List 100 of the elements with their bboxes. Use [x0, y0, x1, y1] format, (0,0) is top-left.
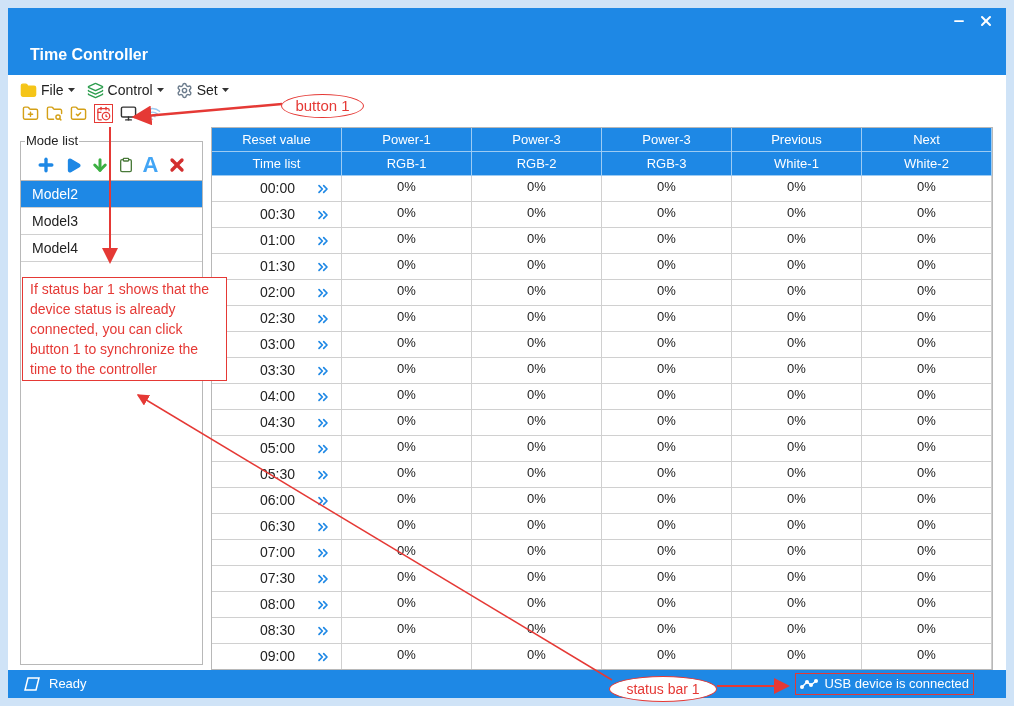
folder-check-icon[interactable]	[70, 104, 87, 122]
table-cell-text: 0%	[527, 385, 546, 404]
table-cell-text: 0%	[397, 619, 416, 638]
time-cell-text: 00:00	[260, 179, 296, 198]
table-cell-text: 0%	[657, 281, 676, 300]
table-cell-text: 0%	[527, 229, 546, 248]
table-cell-text: 0%	[527, 463, 546, 482]
table-cell-text: 0%	[527, 411, 546, 430]
time-cell-text: 07:00	[260, 543, 296, 562]
time-cell-text: 07:30	[260, 569, 296, 588]
time-cell-text: 09:00	[260, 647, 296, 666]
table-cell-text: 0%	[917, 203, 936, 222]
column-header: White-2	[862, 152, 992, 176]
column-header: RGB-1	[342, 152, 472, 176]
window-title: Time Controller	[30, 44, 148, 65]
table-cell-text: 0%	[527, 619, 546, 638]
table-cell-text: 0%	[657, 619, 676, 638]
table-cell-text: 0%	[397, 411, 416, 430]
mode-list-item[interactable]: Model2	[21, 181, 202, 208]
table-cell-text: 0%	[397, 177, 416, 196]
table-cell-text: 0%	[657, 645, 676, 664]
table-cell-text: 0%	[527, 593, 546, 612]
table-cell-text: 0%	[657, 411, 676, 430]
table-cell-text: 0%	[657, 203, 676, 222]
close-button[interactable]	[978, 13, 994, 29]
mode-list-item[interactable]: Model4	[21, 235, 202, 262]
table-cell-text: 0%	[527, 645, 546, 664]
column-header: White-1	[732, 152, 862, 176]
table-cell-text: 0%	[917, 229, 936, 248]
table-cell-text: 0%	[657, 489, 676, 508]
table-cell-text: 0%	[787, 229, 806, 248]
table-cell-text: 0%	[397, 359, 416, 378]
table-cell-text: 0%	[917, 333, 936, 352]
table-cell-text: 0%	[787, 463, 806, 482]
column-header: RGB-3	[602, 152, 732, 176]
table-cell-text: 0%	[657, 333, 676, 352]
table-cell-text: 0%	[787, 437, 806, 456]
table-cell-text: 0%	[397, 541, 416, 560]
time-cell-text: 02:00	[260, 283, 296, 302]
table-cell-text: 0%	[397, 203, 416, 222]
table-cell-text: 0%	[657, 541, 676, 560]
table-cell-text: 0%	[527, 307, 546, 326]
table-cell-text: 0%	[657, 385, 676, 404]
table-cell-text: 0%	[657, 567, 676, 586]
time-cell-text: 08:00	[260, 595, 296, 614]
table-cell-text: 0%	[527, 255, 546, 274]
table-cell-text: 0%	[657, 463, 676, 482]
table-cell-text: 0%	[657, 177, 676, 196]
table-cell-text: 0%	[787, 385, 806, 404]
gear-icon	[175, 81, 193, 99]
table-cell-text: 0%	[397, 593, 416, 612]
table-cell-text: 0%	[917, 645, 936, 664]
mode-list-item[interactable]: Model3	[21, 208, 202, 235]
menu-item[interactable]: Control	[86, 79, 164, 101]
table-cell-text: 0%	[787, 411, 806, 430]
time-cell-text: 03:30	[260, 361, 296, 380]
caret-icon	[221, 88, 229, 92]
table-cell-text: 0%	[917, 463, 936, 482]
close-icon	[978, 13, 994, 29]
table-cell-text: 0%	[527, 359, 546, 378]
table-cell-text: 0%	[787, 307, 806, 326]
table-cell-text: 0%	[917, 255, 936, 274]
table-cell-text: 0%	[657, 307, 676, 326]
table-cell-text: 0%	[917, 515, 936, 534]
column-header: RGB-2	[472, 152, 602, 176]
monitor-icon[interactable]	[120, 104, 137, 122]
table-cell-text: 0%	[787, 255, 806, 274]
table-cell-text: 0%	[917, 437, 936, 456]
menu-item[interactable]: File	[20, 79, 75, 101]
time-cell-text: 04:30	[260, 413, 296, 432]
parallelogram-icon	[24, 677, 40, 691]
folder-search-icon[interactable]	[46, 104, 63, 122]
table-cell-text: 0%	[917, 619, 936, 638]
table-cell-text: 0%	[397, 645, 416, 664]
table-cell-text: 0%	[917, 359, 936, 378]
table-cell-text: 0%	[397, 229, 416, 248]
table-cell-text: 0%	[397, 437, 416, 456]
table-cell-text: 0%	[657, 437, 676, 456]
table-cell-text: 0%	[397, 463, 416, 482]
table-cell-text: 0%	[787, 619, 806, 638]
table-cell-text: 0%	[397, 307, 416, 326]
table-cell-text: 0%	[527, 177, 546, 196]
table-cell-text: 0%	[527, 437, 546, 456]
down-arrow-icon[interactable]	[90, 156, 109, 174]
folder-icon	[20, 81, 37, 99]
calendar-clock-button[interactable]	[94, 103, 113, 123]
column-header: Time list	[212, 152, 342, 176]
time-cell-text: 00:30	[260, 205, 296, 224]
time-cell-text: 04:00	[260, 387, 296, 406]
table-cell-text: 0%	[917, 541, 936, 560]
folder-plus-icon[interactable]	[22, 104, 39, 122]
menu-item[interactable]: Set	[175, 79, 229, 101]
table-cell-text: 0%	[397, 515, 416, 534]
table-cell-text: 0%	[397, 567, 416, 586]
table-cell-text: 0%	[787, 541, 806, 560]
table-cell-text: 0%	[527, 203, 546, 222]
clipboard-icon[interactable]	[117, 157, 134, 173]
time-cell-text: 01:00	[260, 231, 296, 250]
table-cell-text: 0%	[657, 255, 676, 274]
table-cell-text: 0%	[787, 359, 806, 378]
